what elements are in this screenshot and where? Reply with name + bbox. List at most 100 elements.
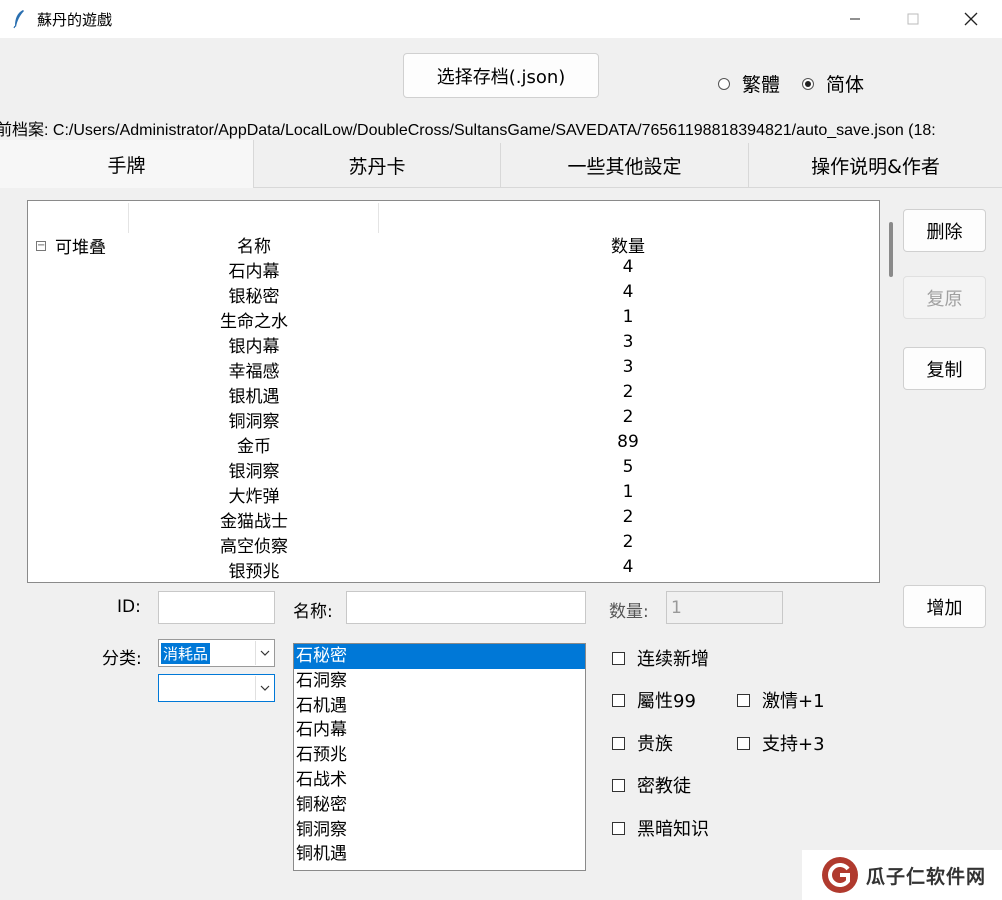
list-item[interactable]: 石机遇: [294, 694, 585, 719]
maximize-button[interactable]: [884, 0, 942, 38]
table-row[interactable]: 银内幕 3: [28, 332, 879, 357]
card-qty: 3: [622, 357, 634, 377]
checkbox-label: 支持+3: [762, 734, 825, 755]
list-item[interactable]: 石秘密: [294, 644, 585, 669]
tree-scrollbar[interactable]: [889, 222, 893, 277]
table-row[interactable]: 高空侦察 2: [28, 532, 879, 557]
category-value: 消耗品: [161, 643, 211, 664]
table-row[interactable]: 银预兆 4: [28, 557, 879, 582]
card-name: 高空侦察: [220, 537, 288, 557]
checkbox-icon: [612, 821, 625, 835]
table-row[interactable]: 大炸弹 1: [28, 482, 879, 507]
id-field[interactable]: [158, 591, 275, 624]
column-qty-header: 数量: [611, 237, 645, 257]
checkbox-label: 黑暗知识: [637, 819, 709, 840]
table-row[interactable]: 铜洞察 2: [28, 407, 879, 432]
radio-label: 繁體: [742, 74, 781, 96]
card-name: 幸福感: [228, 362, 280, 382]
lang-radio-simplified[interactable]: 简体: [802, 70, 864, 97]
table-row[interactable]: 金币 89: [28, 432, 879, 457]
site-logo-icon: [822, 857, 858, 893]
minimize-icon: [850, 18, 860, 20]
radio-label: 简体: [826, 74, 865, 96]
card-qty: 4: [622, 257, 634, 277]
noble-checkbox[interactable]: 贵族: [612, 730, 673, 756]
table-row[interactable]: 银秘密 4: [28, 282, 879, 307]
card-name: 石内幕: [228, 262, 280, 282]
card-name: 生命之水: [220, 312, 288, 332]
card-name: 银秘密: [228, 287, 280, 307]
card-name: 银洞察: [228, 462, 280, 482]
card-name: 银机遇: [228, 387, 280, 407]
checkbox-icon: [612, 693, 625, 707]
name-field[interactable]: [346, 591, 586, 624]
card-listbox[interactable]: 石秘密 石洞察 石机遇 石内幕 石预兆 石战术 铜秘密 铜洞察 铜机遇: [293, 643, 586, 871]
card-qty: 2: [622, 507, 634, 527]
watermark-text: 瓜子仁软件网: [866, 865, 987, 888]
subcategory-select[interactable]: [158, 674, 275, 702]
radio-off-icon: [718, 77, 730, 90]
card-name: 金币: [237, 437, 271, 457]
qty-field[interactable]: 1: [666, 591, 783, 624]
checkbox-label: 密教徒: [637, 776, 691, 797]
card-treeview[interactable]: − 可堆叠 名称 数量 石内幕 4 银秘密 4 生命之水 1 银内幕 3 幸福感…: [27, 200, 880, 583]
table-row[interactable]: 金猫战士 2: [28, 507, 879, 532]
list-item[interactable]: 铜机遇: [294, 842, 585, 867]
tab-other-settings[interactable]: 一些其他設定: [501, 143, 749, 188]
select-save-button[interactable]: 选择存档(.json): [403, 53, 599, 98]
column-separator: [378, 203, 379, 233]
continuous-add-checkbox[interactable]: 连续新增: [612, 645, 709, 671]
tab-sultan-cards[interactable]: 苏丹卡: [254, 143, 501, 188]
card-name: 铜洞察: [228, 412, 280, 432]
copy-button[interactable]: 复制: [903, 347, 986, 390]
maximize-icon: [907, 13, 919, 25]
list-item[interactable]: 石洞察: [294, 669, 585, 694]
dark-knowledge-checkbox[interactable]: 黑暗知识: [612, 815, 709, 841]
id-label: ID:: [117, 597, 141, 617]
card-name: 大炸弹: [228, 487, 280, 507]
list-item[interactable]: 铜秘密: [294, 793, 585, 818]
table-row[interactable]: 银洞察 5: [28, 457, 879, 482]
attr99-checkbox[interactable]: 屬性99: [612, 687, 696, 713]
checkbox-icon: [737, 736, 750, 750]
card-name: 金猫战士: [220, 512, 288, 532]
support-checkbox[interactable]: 支持+3: [737, 730, 825, 756]
close-button[interactable]: [942, 0, 1000, 38]
chevron-down-icon: [255, 641, 273, 665]
list-item[interactable]: 石预兆: [294, 743, 585, 768]
restore-button[interactable]: 复原: [903, 276, 986, 319]
passion-checkbox[interactable]: 激情+1: [737, 687, 825, 713]
delete-button[interactable]: 删除: [903, 209, 986, 252]
card-qty: 89: [617, 432, 639, 452]
table-row[interactable]: 银机遇 2: [28, 382, 879, 407]
card-name: 银预兆: [228, 562, 280, 582]
title-bar: 蘇丹的遊戲: [0, 0, 1002, 38]
card-qty: 2: [622, 532, 634, 552]
checkbox-label: 连续新增: [637, 649, 709, 670]
add-button[interactable]: 增加: [903, 585, 986, 628]
column-separator: [128, 203, 129, 233]
name-label: 名称:: [293, 602, 333, 622]
minimize-button[interactable]: [826, 0, 884, 38]
radio-on-icon: [802, 77, 814, 90]
tab-help-author[interactable]: 操作说明&作者: [749, 143, 1002, 188]
card-qty: 4: [622, 557, 634, 577]
list-item[interactable]: 石内幕: [294, 718, 585, 743]
lang-radio-traditional[interactable]: 繁體: [718, 70, 780, 97]
table-row[interactable]: 石内幕 4: [28, 257, 879, 282]
watermark: 瓜子仁软件网: [802, 850, 1002, 900]
card-qty: 2: [622, 382, 634, 402]
list-item[interactable]: 铜洞察: [294, 818, 585, 843]
list-item[interactable]: 石战术: [294, 768, 585, 793]
tab-hand-cards[interactable]: 手牌: [0, 140, 254, 188]
category-select[interactable]: 消耗品: [158, 639, 275, 667]
cultist-checkbox[interactable]: 密教徒: [612, 772, 691, 798]
table-row[interactable]: 生命之水 1: [28, 307, 879, 332]
category-label: 分类:: [102, 649, 142, 669]
checkbox-icon: [612, 778, 625, 792]
card-qty: 1: [622, 482, 634, 502]
checkbox-icon: [737, 693, 750, 707]
feather-icon: [13, 10, 24, 29]
table-row[interactable]: 幸福感 3: [28, 357, 879, 382]
column-name-header: 名称: [237, 237, 271, 257]
